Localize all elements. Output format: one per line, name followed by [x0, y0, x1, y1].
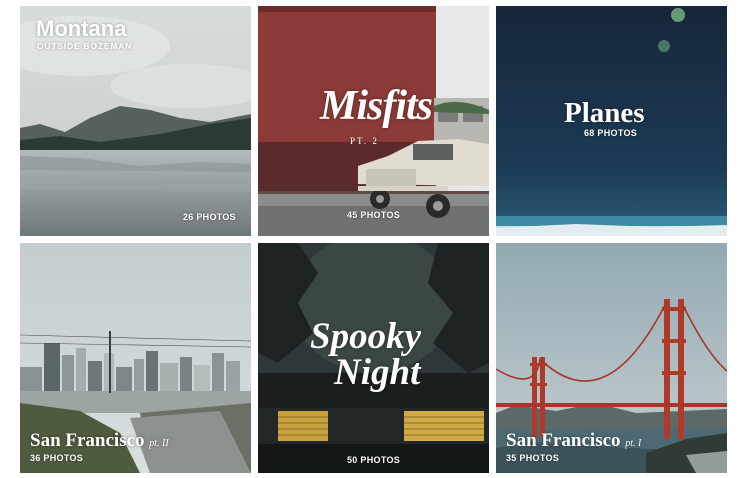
album-title: San Francisco pt. II	[30, 431, 169, 454]
photo-count: 36 PHOTOS	[30, 453, 84, 463]
album-subtitle: PT. 2	[350, 136, 379, 146]
album-title-text: San Francisco	[30, 430, 145, 451]
album-subtitle: pt. I	[625, 438, 642, 449]
album-title: San Francisco pt. I	[506, 431, 641, 454]
album-card-montana[interactable]: Montana OUTSIDE BOZEMAN 26 PHOTOS	[20, 6, 251, 236]
album-grid: Montana OUTSIDE BOZEMAN 26 PHOTOS Misfit…	[0, 0, 744, 478]
album-title-line-1: Spooky	[310, 316, 421, 357]
album-title-text: San Francisco	[506, 430, 621, 451]
album-card-san-francisco-pt-1[interactable]: San Francisco pt. I 35 PHOTOS	[496, 243, 727, 473]
album-subtitle: OUTSIDE BOZEMAN	[37, 41, 133, 51]
album-card-planes[interactable]: Planes 68 PHOTOS	[496, 6, 727, 236]
photo-count: 68 PHOTOS	[584, 128, 638, 138]
album-title: Montana	[36, 16, 127, 41]
album-title: Misfits	[320, 83, 433, 129]
photo-count: 50 PHOTOS	[347, 455, 401, 465]
album-title: Planes	[564, 97, 645, 129]
photo-count: 35 PHOTOS	[506, 453, 560, 463]
album-card-san-francisco-pt-2[interactable]: San Francisco pt. II 36 PHOTOS	[20, 243, 251, 473]
photo-count: 26 PHOTOS	[182, 212, 236, 222]
album-card-spooky-night[interactable]: Spooky Night 50 PHOTOS	[258, 243, 489, 473]
photo-count: 45 PHOTOS	[347, 210, 401, 220]
album-subtitle: pt. II	[149, 438, 169, 449]
album-title-line-2: Night	[334, 352, 421, 393]
album-card-misfits[interactable]: Misfits PT. 2 45 PHOTOS	[258, 6, 489, 236]
